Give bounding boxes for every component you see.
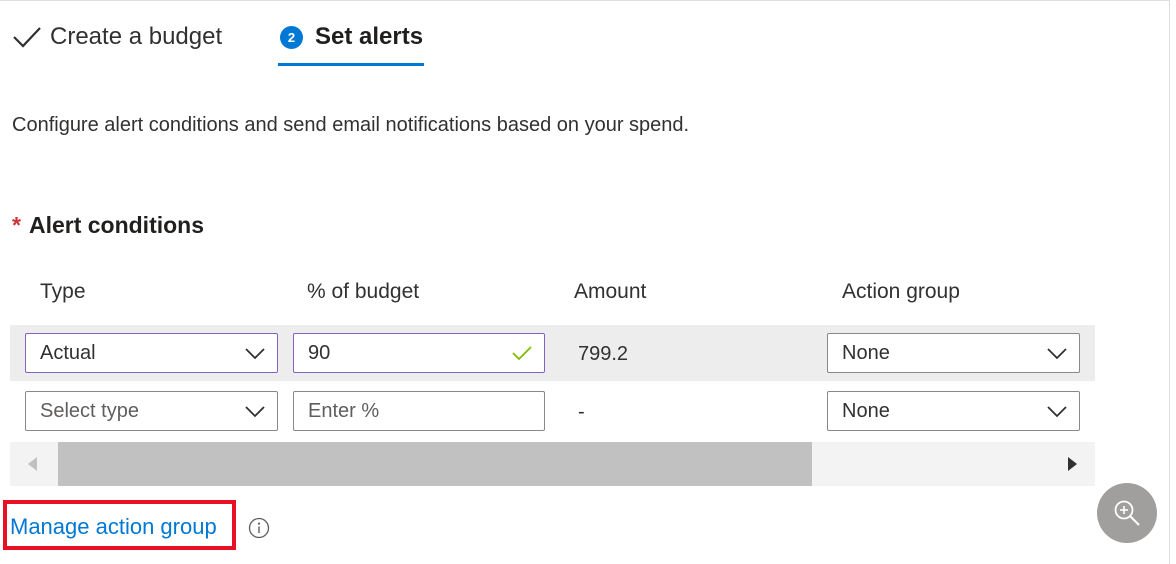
section-title-alert-conditions: * Alert conditions (12, 212, 205, 238)
amount-value: - (578, 401, 585, 423)
info-icon[interactable] (248, 517, 270, 539)
checkmark-icon (13, 27, 41, 48)
chevron-down-icon (1047, 348, 1067, 360)
percent-of-budget-input[interactable]: 90 (293, 333, 545, 373)
amount-value: 799.2 (578, 343, 629, 365)
scroll-right-arrow-icon[interactable] (1067, 456, 1079, 472)
percent-of-budget-input[interactable]: Enter % (293, 391, 545, 431)
chevron-down-icon (245, 406, 265, 418)
page-description: Configure alert conditions and send emai… (12, 114, 690, 136)
highlight-annotation-box (3, 500, 236, 550)
scrollbar-thumb[interactable] (58, 442, 812, 486)
step-create-budget[interactable]: Create a budget (12, 20, 222, 54)
column-header-type: Type (40, 280, 86, 303)
step-label: Create a budget (50, 23, 223, 50)
column-header-amount: Amount (574, 280, 647, 303)
step-label: Set alerts (315, 23, 424, 50)
required-marker: * (12, 212, 21, 238)
action-group-dropdown[interactable]: None (827, 333, 1080, 373)
step-number-badge: 2 (280, 25, 303, 49)
type-dropdown[interactable]: Actual (25, 333, 278, 373)
action-group-dropdown[interactable]: None (827, 391, 1080, 431)
active-step-indicator (278, 63, 424, 66)
checkmark-icon (512, 346, 532, 361)
zoom-in-icon (1114, 500, 1140, 526)
column-header-percent: % of budget (307, 280, 420, 303)
chevron-down-icon (245, 348, 265, 360)
zoom-button[interactable] (1097, 483, 1157, 543)
column-header-action-group: Action group (842, 280, 960, 303)
step-set-alerts[interactable]: 2 Set alerts (280, 20, 423, 54)
type-dropdown[interactable]: Select type (25, 391, 278, 431)
horizontal-scrollbar[interactable] (10, 442, 1095, 486)
chevron-down-icon (1047, 406, 1067, 418)
scroll-left-arrow-icon[interactable] (26, 456, 38, 472)
